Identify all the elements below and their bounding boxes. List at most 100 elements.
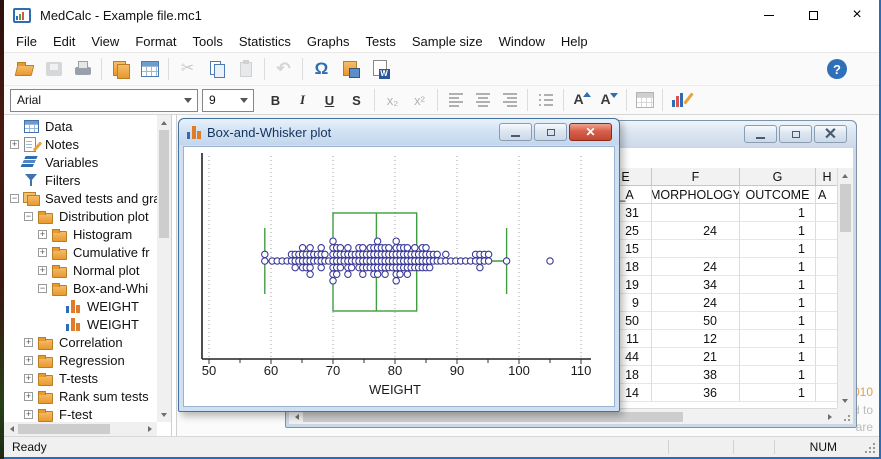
scroll-up-icon[interactable] (838, 168, 852, 182)
cell[interactable] (816, 348, 839, 366)
cell[interactable] (816, 384, 839, 402)
font-size-select[interactable]: 9 (202, 88, 254, 112)
field-name[interactable]: A (816, 186, 839, 204)
scroll-up-icon[interactable] (157, 115, 171, 129)
tree-item-filters[interactable]: Filters (4, 171, 157, 189)
cell[interactable]: 1 (740, 222, 816, 240)
expand-toggle[interactable]: + (24, 409, 33, 419)
export-to-word-button[interactable] (365, 56, 394, 83)
copy-button[interactable] (202, 56, 231, 83)
spreadsheet-close-button[interactable]: ✕ (814, 125, 847, 143)
maximize-button[interactable] (791, 0, 835, 30)
sheet-vscroll-thumb[interactable] (840, 184, 851, 232)
close-button[interactable]: × (835, 0, 879, 30)
boxplot-titlebar[interactable]: Box-and-Whisker plot ✕ (179, 119, 619, 145)
cell[interactable]: 34 (652, 276, 740, 294)
expand-toggle[interactable]: + (24, 391, 33, 401)
help-icon[interactable]: ? (827, 59, 847, 79)
tree-item-t-tests[interactable]: + T-tests (4, 369, 157, 387)
column-letter[interactable]: G (740, 168, 816, 186)
cell[interactable]: 24 (652, 258, 740, 276)
cell[interactable]: 1 (740, 348, 816, 366)
tree-vscroll-thumb[interactable] (159, 130, 169, 238)
field-name[interactable]: MORPHOLOGY (652, 186, 740, 204)
expand-toggle[interactable]: − (38, 283, 47, 293)
cell[interactable]: 38 (652, 366, 740, 384)
menu-view[interactable]: View (83, 32, 127, 51)
expand-toggle[interactable]: + (38, 247, 47, 257)
menu-file[interactable]: File (8, 32, 45, 51)
scroll-down-icon[interactable] (157, 408, 171, 422)
cell[interactable]: 1 (740, 330, 816, 348)
tree-item-normal-plot[interactable]: + Normal plot (4, 261, 157, 279)
expand-toggle[interactable]: + (10, 139, 19, 149)
tree-item-distribution-plot[interactable]: − Distribution plot (4, 207, 157, 225)
tree-item-weight[interactable]: WEIGHT (4, 315, 157, 333)
column-letter[interactable]: H (816, 168, 839, 186)
tree-item-histogram[interactable]: + Histogram (4, 225, 157, 243)
scroll-right-icon[interactable] (823, 410, 837, 424)
tree-item-rank-sum-tests[interactable]: + Rank sum tests (4, 387, 157, 405)
tree-vertical-scrollbar[interactable] (157, 115, 171, 422)
sheet-resize-grip[interactable] (837, 408, 853, 424)
cell[interactable]: 1 (740, 258, 816, 276)
duplicate-document-button[interactable] (106, 56, 135, 83)
boxplot-maximize-button[interactable] (534, 123, 567, 141)
boxplot-close-button[interactable]: ✕ (569, 123, 612, 141)
tree-item-notes[interactable]: + Notes (4, 135, 157, 153)
cell[interactable]: 24 (652, 222, 740, 240)
column-letter[interactable]: F (652, 168, 740, 186)
font-family-select[interactable]: Arial (10, 88, 198, 112)
expand-toggle[interactable]: + (38, 229, 47, 239)
tree-item-variables[interactable]: Variables (4, 153, 157, 171)
cell[interactable] (816, 366, 839, 384)
cell[interactable] (816, 294, 839, 312)
scroll-left-icon[interactable] (4, 422, 18, 436)
tree-horizontal-scrollbar[interactable] (4, 422, 157, 436)
bold-button[interactable]: B (262, 88, 289, 113)
minimize-button[interactable] (747, 0, 791, 30)
tree-item-regression[interactable]: + Regression (4, 351, 157, 369)
italic-button[interactable]: I (289, 88, 316, 113)
menu-edit[interactable]: Edit (45, 32, 83, 51)
tree-item-box-and-whi[interactable]: − Box-and-Whi (4, 279, 157, 297)
menu-help[interactable]: Help (553, 32, 596, 51)
cell[interactable] (816, 240, 839, 258)
scroll-down-icon[interactable] (838, 394, 852, 408)
menu-window[interactable]: Window (491, 32, 553, 51)
tree-item-f-test[interactable]: + F-test (4, 405, 157, 422)
cell[interactable]: 1 (740, 276, 816, 294)
field-name[interactable]: OUTCOME (740, 186, 816, 204)
expand-toggle[interactable]: − (10, 193, 19, 203)
cell[interactable]: 1 (740, 204, 816, 222)
tree-hscroll-thumb[interactable] (18, 424, 110, 434)
tree-item-cumulative-fr[interactable]: + Cumulative fr (4, 243, 157, 261)
strikethrough-button[interactable]: S (343, 88, 370, 113)
cell[interactable] (816, 276, 839, 294)
expand-toggle[interactable]: + (38, 265, 47, 275)
scroll-right-icon[interactable] (143, 422, 157, 436)
open-file-button[interactable] (10, 56, 39, 83)
tree-item-correlation[interactable]: + Correlation (4, 333, 157, 351)
cell[interactable] (652, 240, 740, 258)
sheet-hscroll-thumb[interactable] (303, 411, 683, 422)
boxplot-minimize-button[interactable] (499, 123, 532, 141)
window-resize-grip[interactable] (863, 441, 877, 455)
tree-item-saved-tests-and-grap[interactable]: − Saved tests and grap (4, 189, 157, 207)
underline-button[interactable]: U (316, 88, 343, 113)
menu-graphs[interactable]: Graphs (299, 32, 358, 51)
decrease-font-button[interactable] (595, 88, 622, 113)
cell[interactable] (652, 204, 740, 222)
cell[interactable] (816, 222, 839, 240)
expand-toggle[interactable]: + (24, 355, 33, 365)
cell[interactable]: 1 (740, 384, 816, 402)
expand-toggle[interactable]: + (24, 373, 33, 383)
cell[interactable] (816, 204, 839, 222)
cell[interactable]: 36 (652, 384, 740, 402)
cell[interactable] (816, 312, 839, 330)
edit-graph-button[interactable] (667, 88, 694, 113)
cell[interactable]: 21 (652, 348, 740, 366)
tree-item-weight[interactable]: WEIGHT (4, 297, 157, 315)
menu-statistics[interactable]: Statistics (231, 32, 299, 51)
tree-item-data[interactable]: Data (4, 117, 157, 135)
